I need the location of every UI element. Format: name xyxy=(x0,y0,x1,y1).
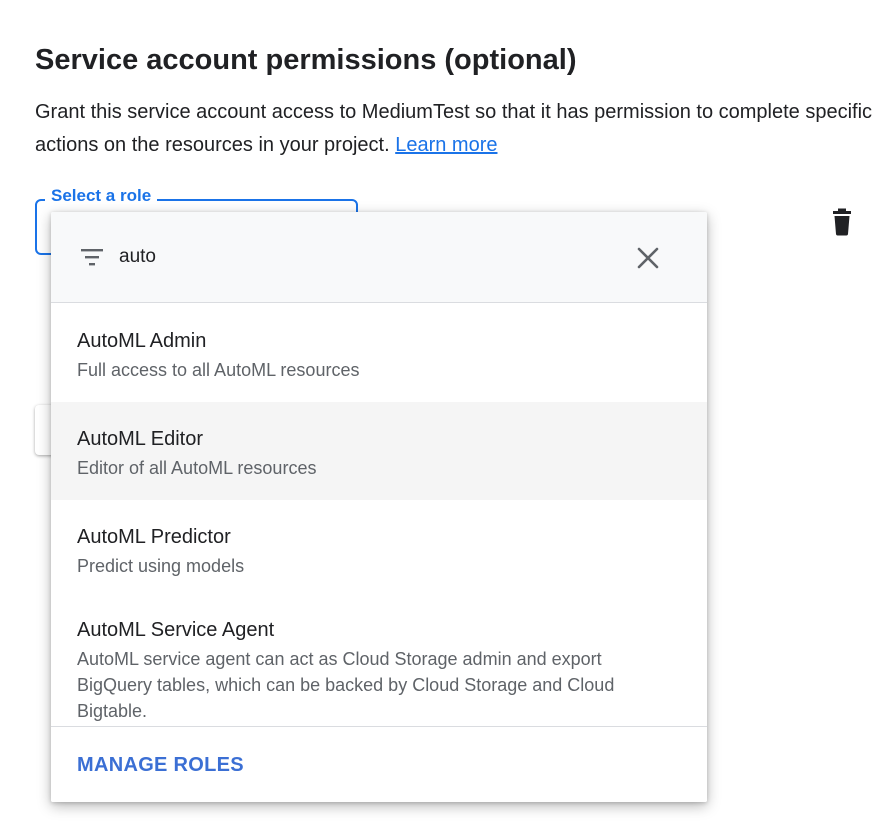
manage-roles-button[interactable]: MANAGE ROLES xyxy=(77,754,244,777)
close-icon[interactable] xyxy=(636,246,660,270)
role-filter-input[interactable] xyxy=(119,243,599,271)
role-filter-bar xyxy=(51,212,707,303)
role-option-title: AutoML Admin xyxy=(77,330,207,352)
trash-icon[interactable] xyxy=(830,208,854,236)
dropdown-footer: MANAGE ROLES xyxy=(51,726,707,802)
role-option-list: AutoML Admin Full access to all AutoML r… xyxy=(51,304,707,726)
role-option-automl-predictor[interactable]: AutoML Predictor Predict using models xyxy=(51,500,707,598)
role-option-automl-service-agent[interactable]: AutoML Service Agent AutoML service agen… xyxy=(51,598,707,726)
role-option-title: AutoML Editor xyxy=(77,428,203,450)
role-option-title: AutoML Service Agent xyxy=(77,619,275,641)
role-option-description: Editor of all AutoML resources xyxy=(77,458,317,478)
role-select-label: Select a role xyxy=(45,186,158,206)
role-option-automl-editor[interactable]: AutoML Editor Editor of all AutoML resou… xyxy=(51,402,707,500)
role-option-title: AutoML Predictor xyxy=(77,526,231,548)
role-option-automl-admin[interactable]: AutoML Admin Full access to all AutoML r… xyxy=(51,304,707,402)
role-dropdown-panel: AutoML Admin Full access to all AutoML r… xyxy=(51,212,707,802)
role-option-description: Predict using models xyxy=(77,556,245,576)
section-title: Service account permissions (optional) xyxy=(35,44,577,76)
page: Service account permissions (optional) G… xyxy=(0,0,875,825)
role-option-description: Full access to all AutoML resources xyxy=(77,360,360,380)
filter-icon xyxy=(80,247,104,267)
section-description: Grant this service account access to Med… xyxy=(35,96,875,162)
learn-more-link[interactable]: Learn more xyxy=(395,134,497,156)
role-option-description: AutoML service agent can act as Cloud St… xyxy=(77,649,615,721)
